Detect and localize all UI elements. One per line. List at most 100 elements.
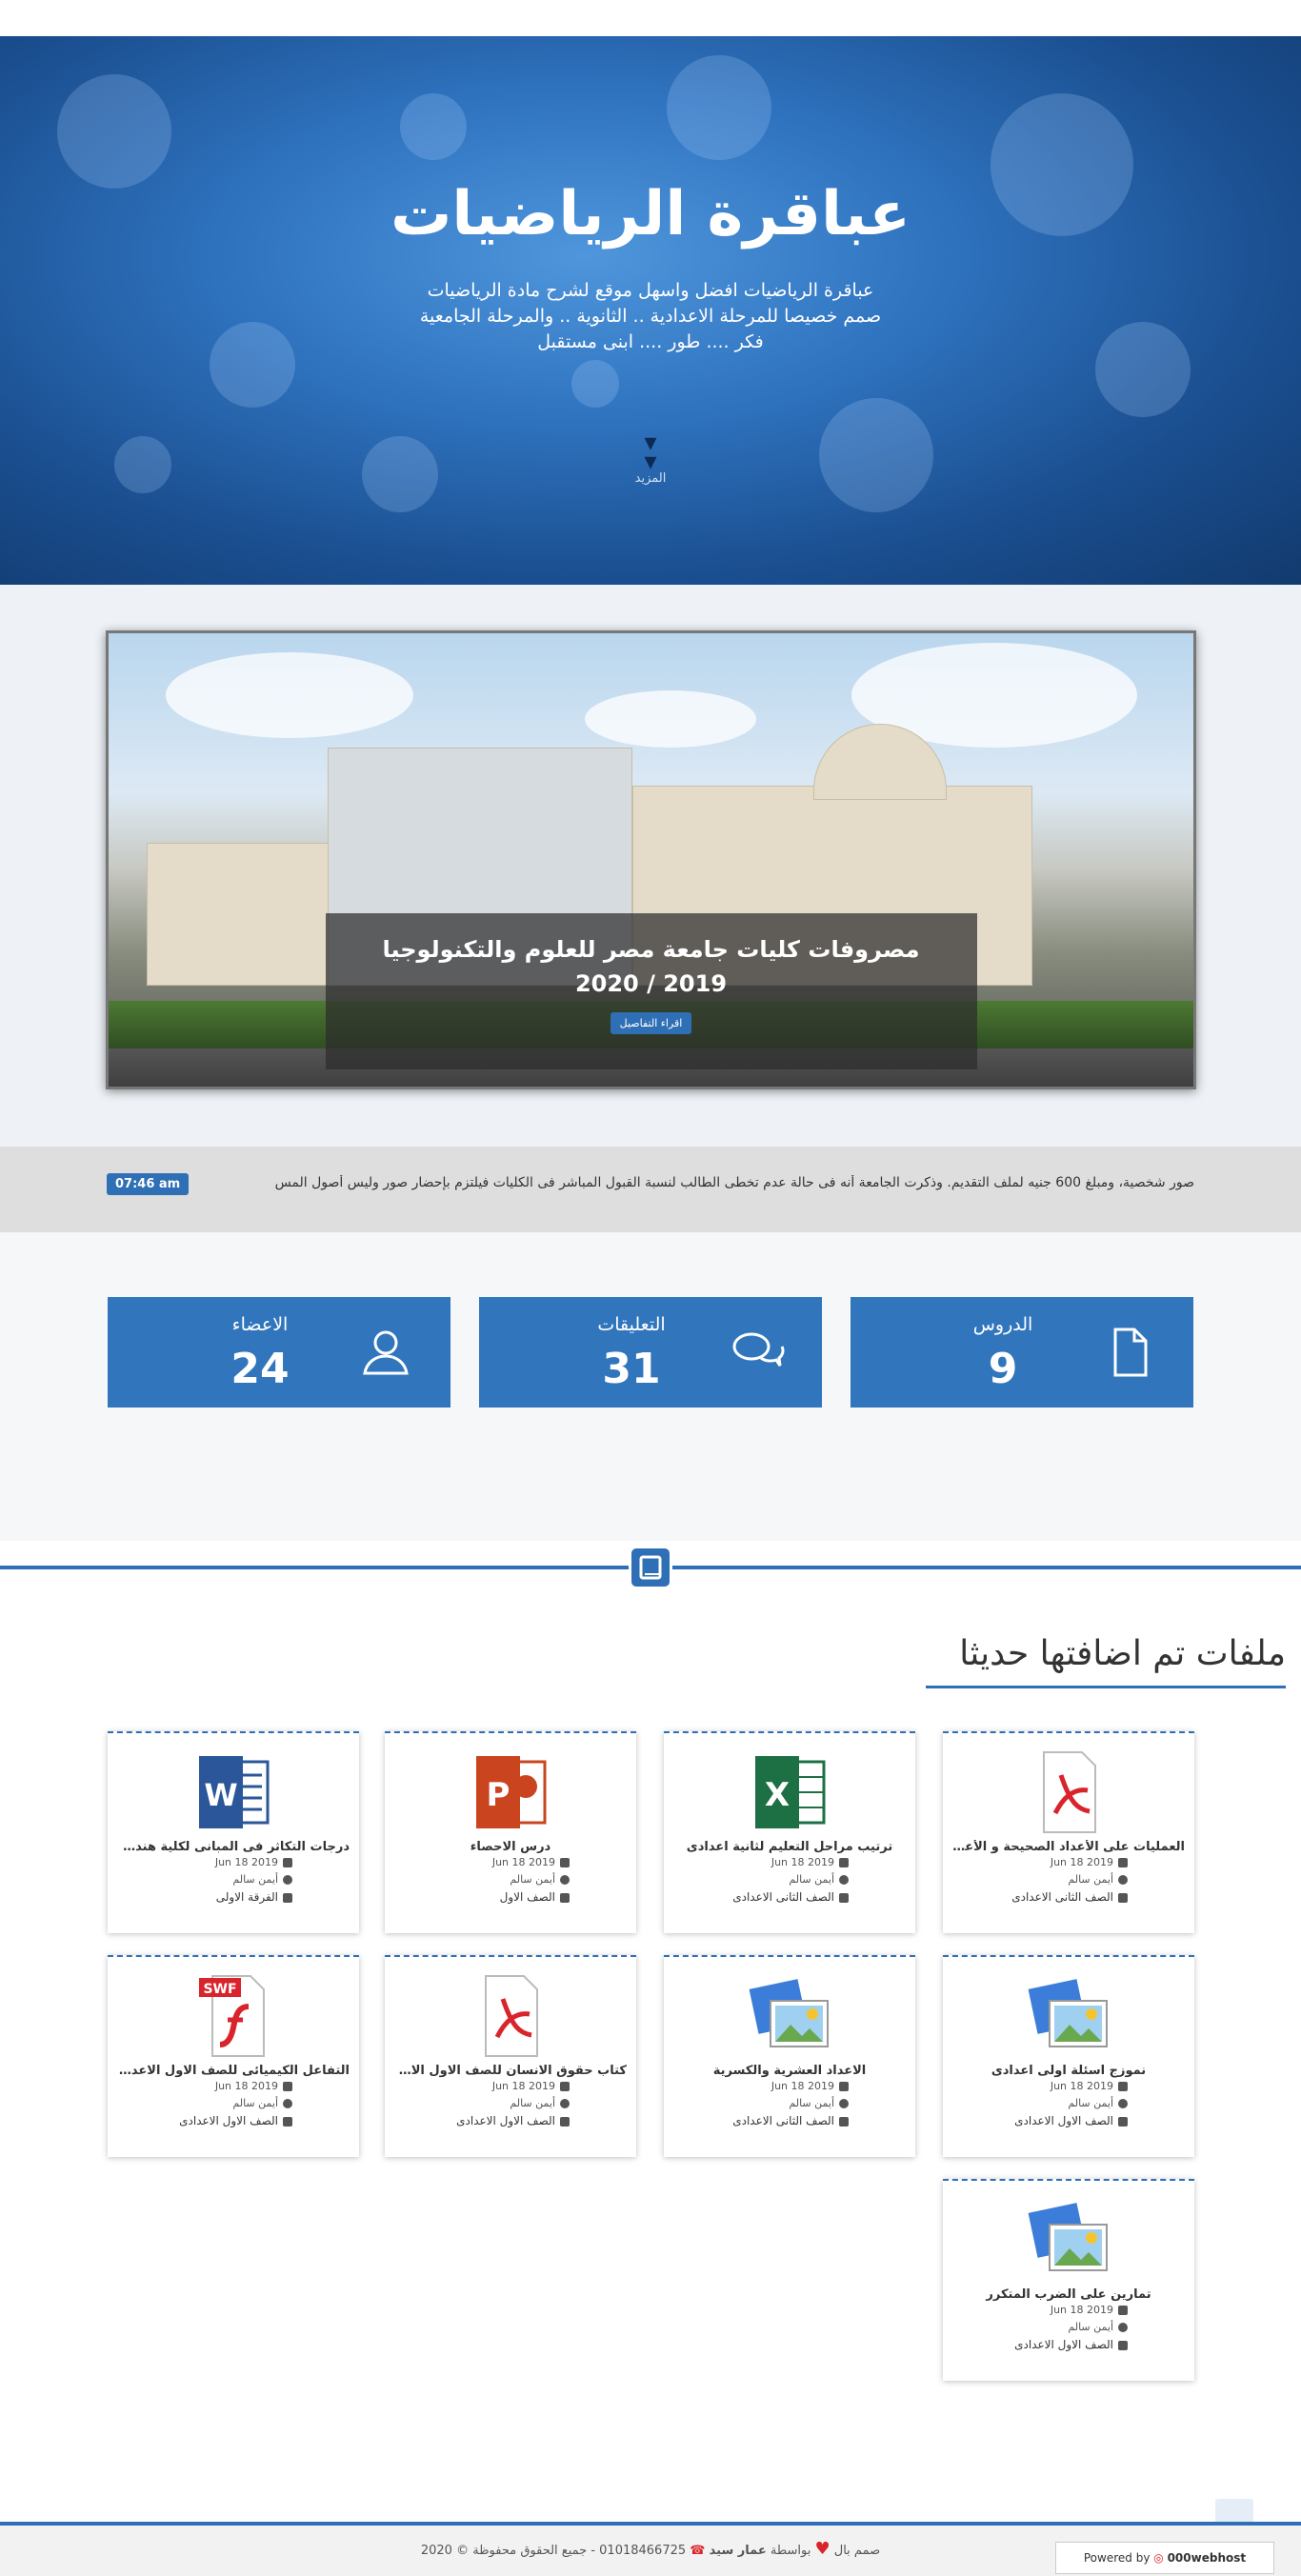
file-date: Jun 18 2019 (943, 1854, 1194, 1871)
host-name: 000webhost (1167, 2551, 1247, 2565)
file-author-text: أيمن سالم (510, 1873, 555, 1886)
file-date: Jun 18 2019 (664, 1854, 915, 1871)
file-date-text: Jun 18 2019 (214, 2080, 278, 2092)
file-author-text: أيمن سالم (789, 2097, 834, 2109)
stat-lessons: الدروس 9 (851, 1297, 1193, 1408)
file-author: أيمن سالم (943, 2095, 1194, 2112)
file-card[interactable]: الاعداد العشرية والكسرية Jun 18 2019 أيمن … (664, 1955, 915, 2157)
stat-value: 24 (230, 1345, 290, 1393)
file-author-text: أيمن سالم (1068, 1873, 1113, 1886)
svg-text:W: W (204, 1777, 237, 1813)
book-icon (839, 2116, 849, 2127)
book-icon (629, 1546, 672, 1589)
file-title[interactable]: درس الاحصاء (385, 1840, 636, 1854)
book-icon (1118, 1892, 1128, 1903)
file-card[interactable]: كتاب حقوق الانسان للصف الاول الاعد... Jun… (385, 1955, 636, 2157)
file-grade-text: الصف الثانى الاعدادى (732, 1890, 834, 1904)
file-title[interactable]: الاعداد العشرية والكسرية (664, 2064, 915, 2078)
slide-title[interactable]: مصروفات كليات جامعة مصر للعلوم والتكنولو… (326, 932, 977, 1001)
read-details-button[interactable]: اقراء التفاصيل (610, 1012, 692, 1034)
file-card[interactable]: P درس الاحصاء Jun 18 2019 أيمن سالم الصف الا… (385, 1731, 636, 1933)
calendar-icon (283, 2082, 292, 2091)
pdf-icon (1023, 1747, 1114, 1838)
calendar-icon (1118, 2082, 1128, 2091)
file-grade-text: الفرقة الاولى (215, 1890, 278, 1904)
file-date-text: Jun 18 2019 (771, 1856, 834, 1868)
powerpoint-icon: P (465, 1747, 556, 1838)
file-date: Jun 18 2019 (385, 2078, 636, 2095)
file-date-text: Jun 18 2019 (1050, 1856, 1113, 1868)
file-card[interactable]: العمليات على الأعداد الصحيحة و الأعد... J… (943, 1731, 1194, 1933)
news-ticker: صور شخصية، ومبلغ 600 جنيه لملف التقديم. … (0, 1147, 1301, 1232)
file-grade: الصف الاول (385, 1888, 636, 1906)
book-icon (560, 1892, 570, 1903)
news-slide[interactable]: مصروفات كليات جامعة مصر للعلوم والتكنولو… (105, 630, 1196, 1089)
file-icon (1113, 1328, 1148, 1377)
excel-icon: X (744, 1747, 835, 1838)
footer-phone: 01018466725 (599, 2544, 687, 2558)
file-date-text: Jun 18 2019 (491, 1856, 555, 1868)
image-icon (1023, 1970, 1114, 2062)
pdf-icon (465, 1970, 556, 2062)
hero-banner: عباقرة الرياضيات عباقرة الرياضيات افضل و… (0, 36, 1301, 585)
footer-text: بواسطة (770, 2544, 811, 2558)
slide-caption: مصروفات كليات جامعة مصر للعلوم والتكنولو… (325, 913, 977, 1069)
file-author-text: أيمن سالم (789, 1873, 834, 1886)
file-title[interactable]: ترتيب مراحل التعليم لثانية اعدادى (664, 1840, 915, 1854)
user-icon (1118, 2323, 1128, 2332)
file-title[interactable]: كتاب حقوق الانسان للصف الاول الاعد... (385, 2064, 636, 2078)
file-grade-text: الصف الاول (499, 1890, 555, 1904)
user-icon (1118, 1875, 1128, 1885)
file-date: Jun 18 2019 (664, 2078, 915, 2095)
tagline-line: فكر .... طور .... ابنى مستقبل (537, 331, 764, 352)
ticker-text[interactable]: صور شخصية، ومبلغ 600 جنيه لملف التقديم. … (230, 1175, 1194, 1190)
file-grade-text: الصف الاول الاعدادى (1014, 2114, 1113, 2127)
file-card[interactable]: W درجات التكاثر فى المبانى لكلية هندسة Jun… (108, 1731, 359, 1933)
host-logo-icon: ◎ (1153, 2551, 1164, 2565)
powered-label: Powered by (1083, 2551, 1151, 2565)
file-date: Jun 18 2019 (943, 2302, 1194, 2319)
book-icon (283, 1892, 292, 1903)
file-card[interactable]: X ترتيب مراحل التعليم لثانية اعدادى Jun 18… (664, 1731, 915, 1933)
footer-author[interactable]: عمار سيد (710, 2544, 767, 2558)
file-grade: الصف الثانى الاعدادى (664, 1888, 915, 1906)
more-link[interactable]: ▾ ▾ المزيد (0, 430, 1301, 486)
stat-label: الاعضاء (231, 1314, 289, 1335)
file-card[interactable]: نموزج اسئلة اولى اعدادى Jun 18 2019 أيمن س… (943, 1955, 1194, 2157)
heart-icon: ♥ (814, 2539, 831, 2559)
file-title[interactable]: تمارين على الضرب المتكرر (943, 2287, 1194, 2302)
title-underline (926, 1686, 1286, 1688)
user-icon (839, 1875, 849, 1885)
file-title[interactable]: نموزج اسئلة اولى اعدادى (943, 2064, 1194, 2078)
stat-comments: التعليقات 31 (479, 1297, 822, 1408)
file-grade: الصف الثانى الاعدادى (943, 1888, 1194, 1906)
book-icon (283, 2116, 292, 2127)
file-card[interactable]: SWF التفاعل الكيميائى للصف الاول الاعدادى… (108, 1955, 359, 2157)
file-title[interactable]: التفاعل الكيميائى للصف الاول الاعدادى (108, 2064, 359, 2078)
top-bar (0, 0, 1301, 36)
file-author: أيمن سالم (664, 2095, 915, 2112)
stat-value: 31 (602, 1345, 661, 1393)
file-author-text: أيمن سالم (510, 2097, 555, 2109)
tagline-line: عباقرة الرياضيات افضل واسهل موقع لشرح ما… (427, 280, 874, 301)
section-title: ملفات تم اضافتها حديثا (959, 1634, 1286, 1673)
file-author-text: أيمن سالم (232, 2097, 278, 2109)
user-icon (363, 1330, 409, 1375)
powered-by-badge[interactable]: Powered by ◎ 000webhost (1055, 2542, 1274, 2574)
file-title[interactable]: درجات التكاثر فى المبانى لكلية هندسة (108, 1840, 359, 1854)
clock-badge: 07:46 am (107, 1173, 190, 1195)
file-date: Jun 18 2019 (108, 1854, 359, 1871)
file-card[interactable]: تمارين على الضرب المتكرر Jun 18 2019 أيمن … (943, 2179, 1194, 2381)
file-grade-text: الصف الثانى الاعدادى (1011, 1890, 1113, 1904)
user-icon (283, 1875, 292, 1885)
section-divider (0, 1541, 1301, 1598)
footer: صمم بال ♥ بواسطة عمار سيد ☎ 01018466725 … (0, 2522, 1301, 2576)
calendar-icon (839, 1858, 849, 1867)
file-author-text: أيمن سالم (1068, 2097, 1113, 2109)
file-grade-text: الصف الثانى الاعدادى (732, 2114, 834, 2127)
user-icon (839, 2099, 849, 2108)
stats-section: الدروس 9 التعليقات 31 الاعضاء 24 (0, 1232, 1301, 1541)
file-date-text: Jun 18 2019 (214, 1856, 278, 1868)
file-title[interactable]: العمليات على الأعداد الصحيحة و الأعد... (943, 1840, 1194, 1854)
file-author: أيمن سالم (943, 2319, 1194, 2336)
